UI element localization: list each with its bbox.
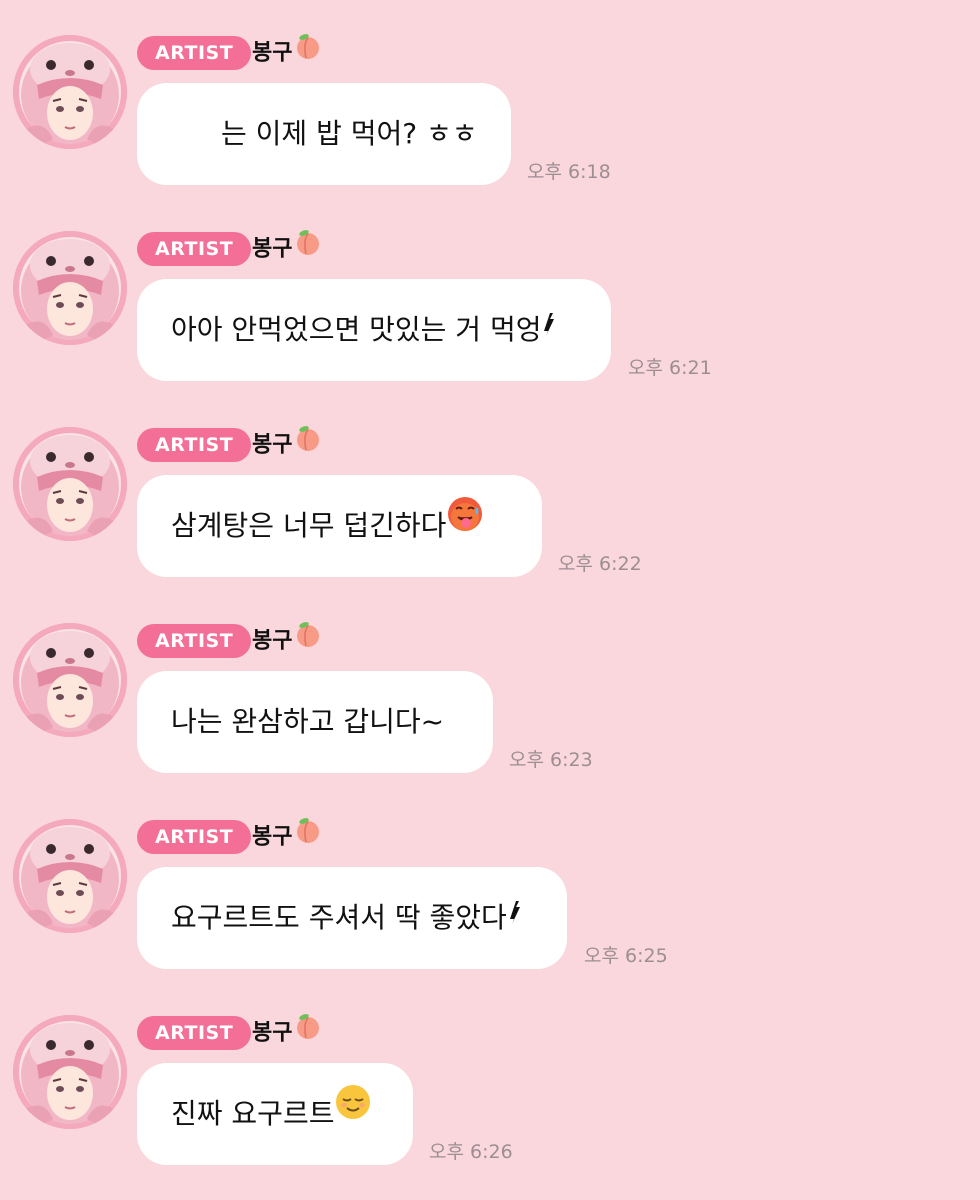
message-timestamp: 오후 6:21 [628, 357, 712, 379]
message-text: 아아 안먹었으면 맛있는 거 먹엉 [171, 313, 542, 346]
sender-name-text: 봉구 [252, 1020, 293, 1046]
message-bubble[interactable]: 요구르트도 주셔서 딱 좋았다 [137, 867, 567, 969]
sender-name-text: 봉구 [252, 824, 293, 850]
sender-name: 봉구 [252, 818, 322, 854]
peach-icon [294, 620, 322, 659]
message-text: 는 이제 밥 먹어? ㅎㅎ [221, 117, 478, 150]
sender-name-text: 봉구 [252, 236, 293, 262]
sender-name: 봉구 [252, 34, 322, 70]
artist-badge: ARTIST [137, 1016, 252, 1050]
sender-name: 봉구 [252, 622, 322, 658]
message-bubble[interactable]: 진짜 요구르트 [137, 1063, 413, 1165]
message-timestamp: 오후 6:23 [509, 749, 593, 771]
message-timestamp: 오후 6:26 [429, 1141, 513, 1163]
artist-badge: ARTIST [137, 232, 252, 266]
avatar[interactable] [13, 1015, 127, 1129]
message-text: 나는 완삼하고 갑니다~ [171, 705, 445, 738]
avatar[interactable] [13, 231, 127, 345]
message-text: 삼계탕은 너무 덥긴하다 [171, 509, 447, 542]
message-timestamp: 오후 6:25 [584, 945, 668, 967]
avatar[interactable] [13, 819, 127, 933]
artist-badge: ARTIST [137, 36, 252, 70]
relieved-face-icon [334, 1061, 372, 1163]
sender-name: 봉구 [252, 230, 322, 266]
sparkle-icon [541, 277, 557, 379]
avatar[interactable] [13, 623, 127, 737]
sender-name-text: 봉구 [252, 628, 293, 654]
artist-badge: ARTIST [137, 428, 252, 462]
hot-face-icon [446, 473, 484, 575]
artist-badge: ARTIST [137, 624, 252, 658]
artist-badge: ARTIST [137, 820, 252, 854]
sender-name-text: 봉구 [252, 40, 293, 66]
peach-icon [294, 228, 322, 267]
message-bubble[interactable]: 삼계탕은 너무 덥긴하다 [137, 475, 542, 577]
message-item: ARTIST 봉구 삼계탕은 너무 덥긴하다 오후 6:22 [0, 392, 980, 588]
peach-icon [294, 1012, 322, 1051]
message-bubble[interactable]: 아아 안먹었으면 맛있는 거 먹엉 [137, 279, 611, 381]
message-item: ARTIST 봉구 는 이제 밥 먹어? ㅎㅎ 오후 6:18 [0, 0, 980, 196]
message-bubble[interactable]: 나는 완삼하고 갑니다~ [137, 671, 493, 773]
message-bubble[interactable]: 는 이제 밥 먹어? ㅎㅎ [137, 83, 511, 185]
message-text: 요구르트도 주셔서 딱 좋았다 [171, 901, 507, 934]
message-text: 진짜 요구르트 [171, 1097, 335, 1130]
peach-icon [294, 424, 322, 463]
message-item: ARTIST 봉구 진짜 요구르트 오후 6:26 [0, 980, 980, 1176]
message-timestamp: 오후 6:22 [558, 553, 642, 575]
message-item: ARTIST 봉구 나는 완삼하고 갑니다~ 오후 6:23 [0, 588, 980, 784]
message-timestamp: 오후 6:18 [527, 161, 611, 183]
avatar[interactable] [13, 427, 127, 541]
sender-name: 봉구 [252, 1014, 322, 1050]
sender-name: 봉구 [252, 426, 322, 462]
sender-name-text: 봉구 [252, 432, 293, 458]
peach-icon [294, 816, 322, 855]
avatar[interactable] [13, 35, 127, 149]
chat-thread: ARTIST 봉구 는 이제 밥 먹어? ㅎㅎ 오후 6:18 ARTIST 봉… [0, 0, 980, 1200]
message-item: ARTIST 봉구 요구르트도 주셔서 딱 좋았다 오후 6:25 [0, 784, 980, 980]
peach-icon [294, 32, 322, 71]
message-item: ARTIST 봉구 아아 안먹었으면 맛있는 거 먹엉 오후 6:21 [0, 196, 980, 392]
sparkle-icon [507, 865, 523, 967]
